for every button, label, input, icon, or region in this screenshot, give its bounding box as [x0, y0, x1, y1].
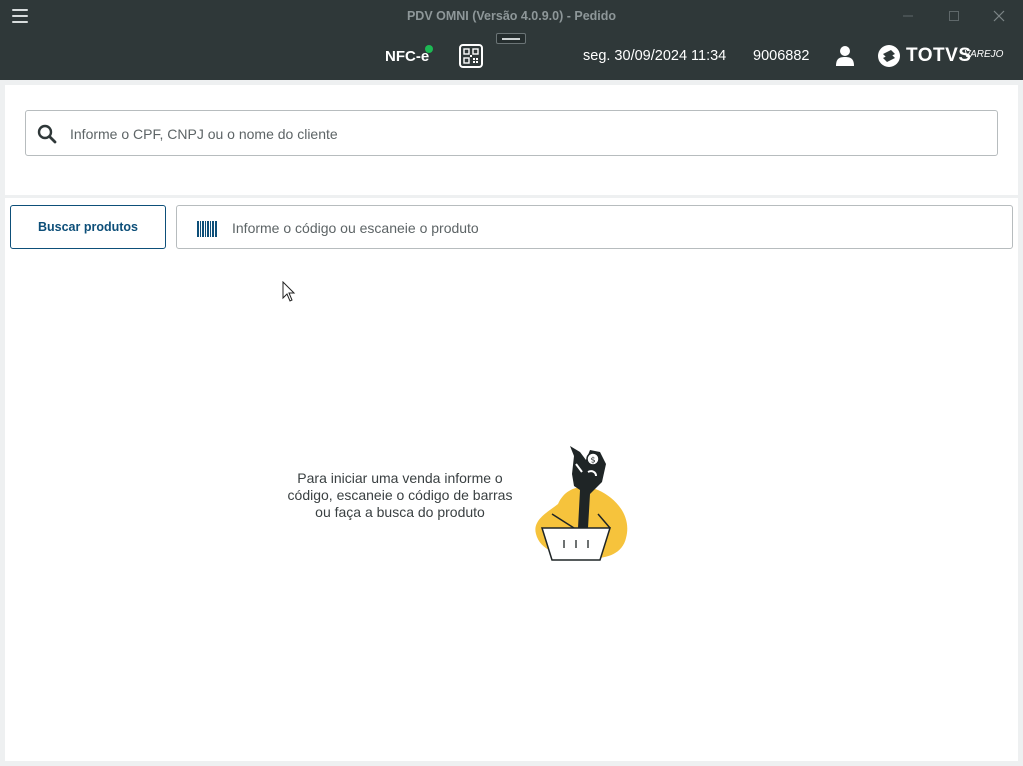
product-search-box — [176, 205, 1013, 249]
app-header: NFC-e seg. 30/09/2024 11:34 9006882 TOTV… — [0, 33, 1023, 80]
cash-drawer-icon[interactable] — [496, 33, 526, 44]
minimize-button[interactable] — [897, 6, 919, 26]
user-icon[interactable] — [835, 45, 855, 67]
main-panel: Buscar produtos Para iniciar uma venda i… — [5, 198, 1018, 761]
client-panel — [5, 85, 1018, 195]
client-search-input[interactable] — [70, 121, 970, 147]
product-code-input[interactable] — [232, 215, 992, 241]
totvs-logo: TOTVS VAREJO — [877, 43, 1007, 69]
brand-name: TOTVS — [906, 45, 972, 66]
barcode-icon — [197, 221, 217, 237]
close-button[interactable] — [988, 6, 1010, 26]
nfce-status-indicator — [425, 45, 433, 53]
empty-state-message: Para iniciar uma venda informe o código,… — [287, 470, 513, 520]
nfce-label: NFC-e — [385, 48, 430, 65]
operator-code: 9006882 — [753, 48, 810, 64]
title-bar: PDV OMNI (Versão 4.0.9.0) - Pedido — [0, 0, 1023, 33]
mouse-cursor-icon — [282, 281, 296, 302]
window-title: PDV OMNI (Versão 4.0.9.0) - Pedido — [406, 9, 617, 23]
basket-hand-illustration: $ — [535, 446, 628, 561]
svg-text:$: $ — [591, 456, 596, 465]
client-search-box — [25, 110, 998, 156]
qr-code-icon[interactable] — [459, 44, 483, 68]
search-icon — [37, 124, 57, 144]
totvs-logo-icon — [878, 45, 900, 67]
brand-subtitle: VAREJO — [964, 49, 1004, 60]
maximize-button[interactable] — [943, 6, 965, 26]
date-time: seg. 30/09/2024 11:34 — [583, 48, 727, 64]
buscar-produtos-button[interactable]: Buscar produtos — [10, 205, 166, 249]
